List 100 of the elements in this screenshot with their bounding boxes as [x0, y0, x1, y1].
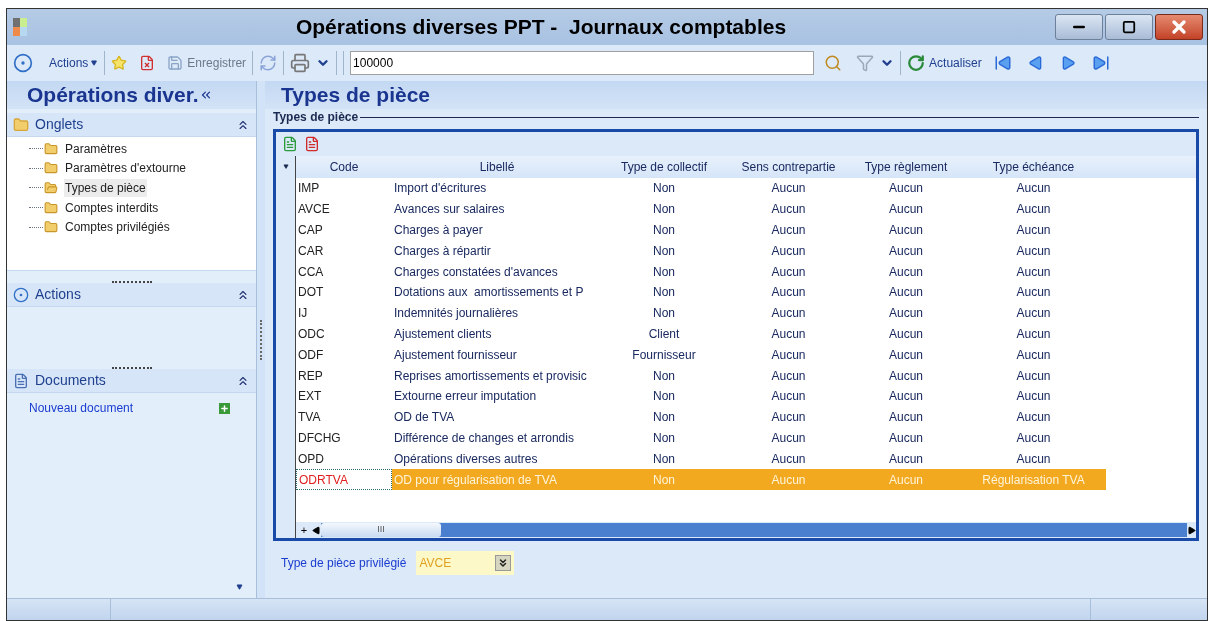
document-icon [13, 372, 29, 389]
table-cell-text: Client [647, 325, 681, 343]
table-cell-text: Aucun [1015, 325, 1052, 343]
save-icon [167, 55, 184, 71]
table-cell-text: Aucun [888, 263, 924, 281]
scrollbar-thumb[interactable]: III [321, 523, 441, 537]
print-icon[interactable] [290, 53, 311, 73]
table-cell-text: Aucun [1015, 409, 1052, 427]
table-cell-text: Aucun [1015, 367, 1052, 385]
table-cell-text: Import d'écritures [393, 180, 488, 198]
table-cell-text: CCA [297, 263, 325, 281]
previous-record-icon[interactable] [1027, 55, 1044, 71]
table-row[interactable]: CAR Charges à répartir Non Aucun Aucun Aucun [296, 240, 1106, 262]
table-row[interactable]: CAP Charges à payer Non Aucun Aucun Aucun [296, 219, 1106, 241]
scroll-down-icon[interactable] [235, 584, 244, 590]
table-cell: ODRTVA [296, 469, 392, 490]
table-row[interactable]: OPD Opérations diverses autres Non Aucun Aucun Aucun [296, 448, 1106, 470]
tree-item[interactable]: Paramètres [64, 139, 129, 158]
add-record-icon[interactable] [282, 136, 298, 152]
folder-icon [13, 116, 29, 133]
delete-icon[interactable] [139, 55, 156, 71]
table-row[interactable]: DOT Dotations aux amortissements et P Non Aucun Aucun Aucun [296, 282, 1106, 303]
table-cell-text: Aucun [1015, 242, 1052, 260]
table-cell-text: Non [652, 305, 676, 323]
table-cell-text: Aucun [888, 242, 924, 260]
close-button[interactable] [1155, 14, 1203, 40]
app-logo-icon [13, 18, 27, 36]
table-row[interactable]: IJ Indemnités journalières Non Aucun Aucun Aucun [296, 302, 1106, 324]
table-cell-text: Aucun [770, 388, 807, 406]
table-cell-text: Non [652, 367, 676, 385]
window-title: Opérations diverses PPT - Journaux comptables [294, 14, 788, 41]
section-header[interactable]: Actions [7, 283, 256, 307]
maximize-button[interactable] [1105, 14, 1153, 40]
search-icon[interactable] [824, 54, 843, 72]
column-header[interactable]: Type de collectif [602, 158, 726, 176]
table-cell-text: Aucun [1015, 284, 1052, 302]
table-cell-text: Charges à payer [393, 222, 484, 239]
table-cell-text: IMP [297, 180, 321, 198]
scroll-left-icon[interactable] [312, 525, 321, 535]
add-row-button[interactable]: + [296, 523, 312, 537]
save-button[interactable]: Enregistrer [167, 54, 247, 72]
page-title: Types de pièce [281, 82, 430, 109]
table-cell-text: Aucun [888, 222, 924, 239]
table-cell-text: Non [652, 222, 676, 239]
table-cell-text: DOT [297, 284, 325, 302]
target-icon[interactable] [13, 53, 33, 73]
column-header[interactable]: Code [296, 158, 392, 176]
section-header[interactable]: Onglets [7, 113, 256, 137]
table-cell-text: Aucun [1015, 346, 1052, 364]
table-row[interactable]: DFCHG Différence de changes et arrondis Non Aucun Aucun Aucun [296, 427, 1106, 449]
actions-menu[interactable]: Actions [49, 54, 99, 72]
table-cell-text: Extourne erreur imputation [393, 388, 538, 406]
table-cell-text: Non [652, 409, 676, 427]
table-cell-text: Charges constatées d'avances [393, 263, 559, 281]
table-cell-text: IJ [297, 305, 309, 323]
table-cell-text: Non [652, 180, 676, 198]
table-cell-text: OD pour régularisation de TVA [393, 471, 558, 489]
table-cell-text: Aucun [1015, 429, 1052, 447]
first-record-icon[interactable] [993, 54, 1012, 72]
tree-item[interactable]: Paramètres d'extourne [64, 159, 188, 178]
table-cell-text: Non [652, 471, 676, 489]
table-cell-text: Aucun [888, 346, 924, 364]
tree-item[interactable]: Comptes privilégiés [64, 218, 171, 237]
refresh-button[interactable]: Actualiser [907, 54, 982, 72]
table-row[interactable]: IMP Import d'écritures Non Aucun Aucun Aucun [296, 178, 1106, 199]
scroll-right-icon[interactable] [1187, 525, 1196, 535]
table-cell-text: Aucun [888, 367, 924, 385]
folder-icon [43, 161, 59, 176]
tree-item[interactable]: Comptes interdits [64, 198, 160, 217]
table-cell-text: Aucun [1015, 450, 1052, 468]
caret-icon [90, 60, 99, 66]
table-row[interactable]: TVA OD de TVA Non Aucun Aucun Aucun [296, 406, 1106, 428]
table-row[interactable]: AVCE Avances sur salaires Non Aucun Aucun Aucun [296, 198, 1106, 220]
row-menu-icon[interactable] [281, 164, 290, 169]
table-row[interactable]: REP Reprises amortissements et provisic Non Aucun Aucun Aucun [296, 365, 1106, 386]
table-cell-text: EXT [297, 388, 323, 406]
folder-icon [43, 220, 59, 235]
table-row[interactable]: ODC Ajustement clients Client Aucun Aucun Aucun [296, 323, 1106, 345]
table-cell-text: Non [652, 429, 676, 447]
table-cell-text: Aucun [770, 180, 807, 198]
delete-record-icon[interactable] [304, 136, 320, 152]
last-record-icon[interactable] [1091, 54, 1110, 72]
table-row[interactable]: CCA Charges constatées d'avances Non Aucun Aucun Aucun [296, 261, 1106, 282]
column-header[interactable]: Type échéance [961, 158, 1106, 176]
column-header[interactable]: Type règlement [851, 158, 961, 176]
table-row[interactable]: ODF Ajustement fournisseur Fournisseur Aucun Aucun Aucun [296, 344, 1106, 366]
column-header[interactable]: Sens contrepartie [726, 158, 851, 176]
table-row[interactable]: EXT Extourne erreur imputation Non Aucun Aucun Aucun [296, 385, 1106, 407]
table-cell-text: OD de TVA [393, 409, 456, 427]
search-field[interactable]: 100000 [350, 51, 815, 75]
new-document-link[interactable]: Nouveau document [29, 399, 134, 417]
tree-item[interactable]: Types de pièce [64, 179, 147, 197]
target-icon [13, 286, 29, 303]
column-header[interactable]: Libellé [392, 158, 602, 176]
section-header[interactable]: Documents [7, 369, 256, 393]
table-row[interactable]: ODRTVA OD pour régularisation de TVA Non Aucun Aucun Régularisation TVA [296, 469, 1106, 490]
table-cell-text: Indemnités journalières [393, 305, 520, 323]
add-icon[interactable] [219, 402, 230, 414]
table-cell-text: Aucun [1015, 180, 1052, 198]
table-cell-text: Non [652, 201, 676, 219]
